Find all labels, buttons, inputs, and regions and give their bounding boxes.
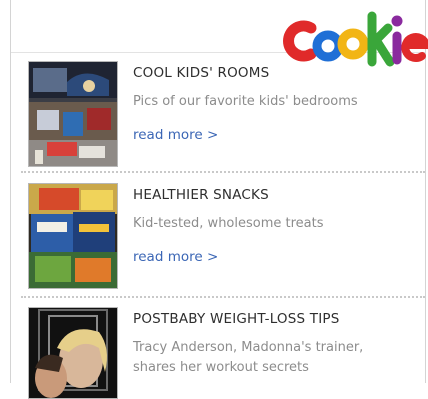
article-description: Kid-tested, wholesome treats bbox=[133, 216, 324, 231]
article-thumbnail-weight-loss[interactable] bbox=[28, 307, 118, 399]
article-title[interactable]: HEALTHIER SNACKS bbox=[133, 187, 269, 203]
dotted-divider bbox=[21, 171, 425, 173]
read-more-link[interactable]: read more > bbox=[133, 127, 218, 143]
article-item: HEALTHIER SNACKS Kid-tested, wholesome t… bbox=[11, 174, 425, 294]
read-more-link[interactable]: read more > bbox=[133, 249, 218, 265]
article-description: Tracy Anderson, Madonna's trainer, share… bbox=[133, 340, 364, 375]
article-thumbnail-snacks[interactable] bbox=[28, 183, 118, 289]
cookie-feature-panel: COOL KIDS' ROOMS Pics of our favorite ki… bbox=[10, 0, 428, 399]
article-description: Pics of our favorite kids' bedrooms bbox=[133, 94, 358, 109]
article-title[interactable]: POSTBABY WEIGHT-LOSS TIPS bbox=[133, 311, 340, 327]
article-item: COOL KIDS' ROOMS Pics of our favorite ki… bbox=[11, 52, 425, 170]
article-title[interactable]: COOL KIDS' ROOMS bbox=[133, 65, 269, 81]
article-item: POSTBABY WEIGHT-LOSS TIPS Tracy Anderson… bbox=[11, 298, 425, 399]
article-thumbnail-kids-room[interactable] bbox=[28, 61, 118, 167]
